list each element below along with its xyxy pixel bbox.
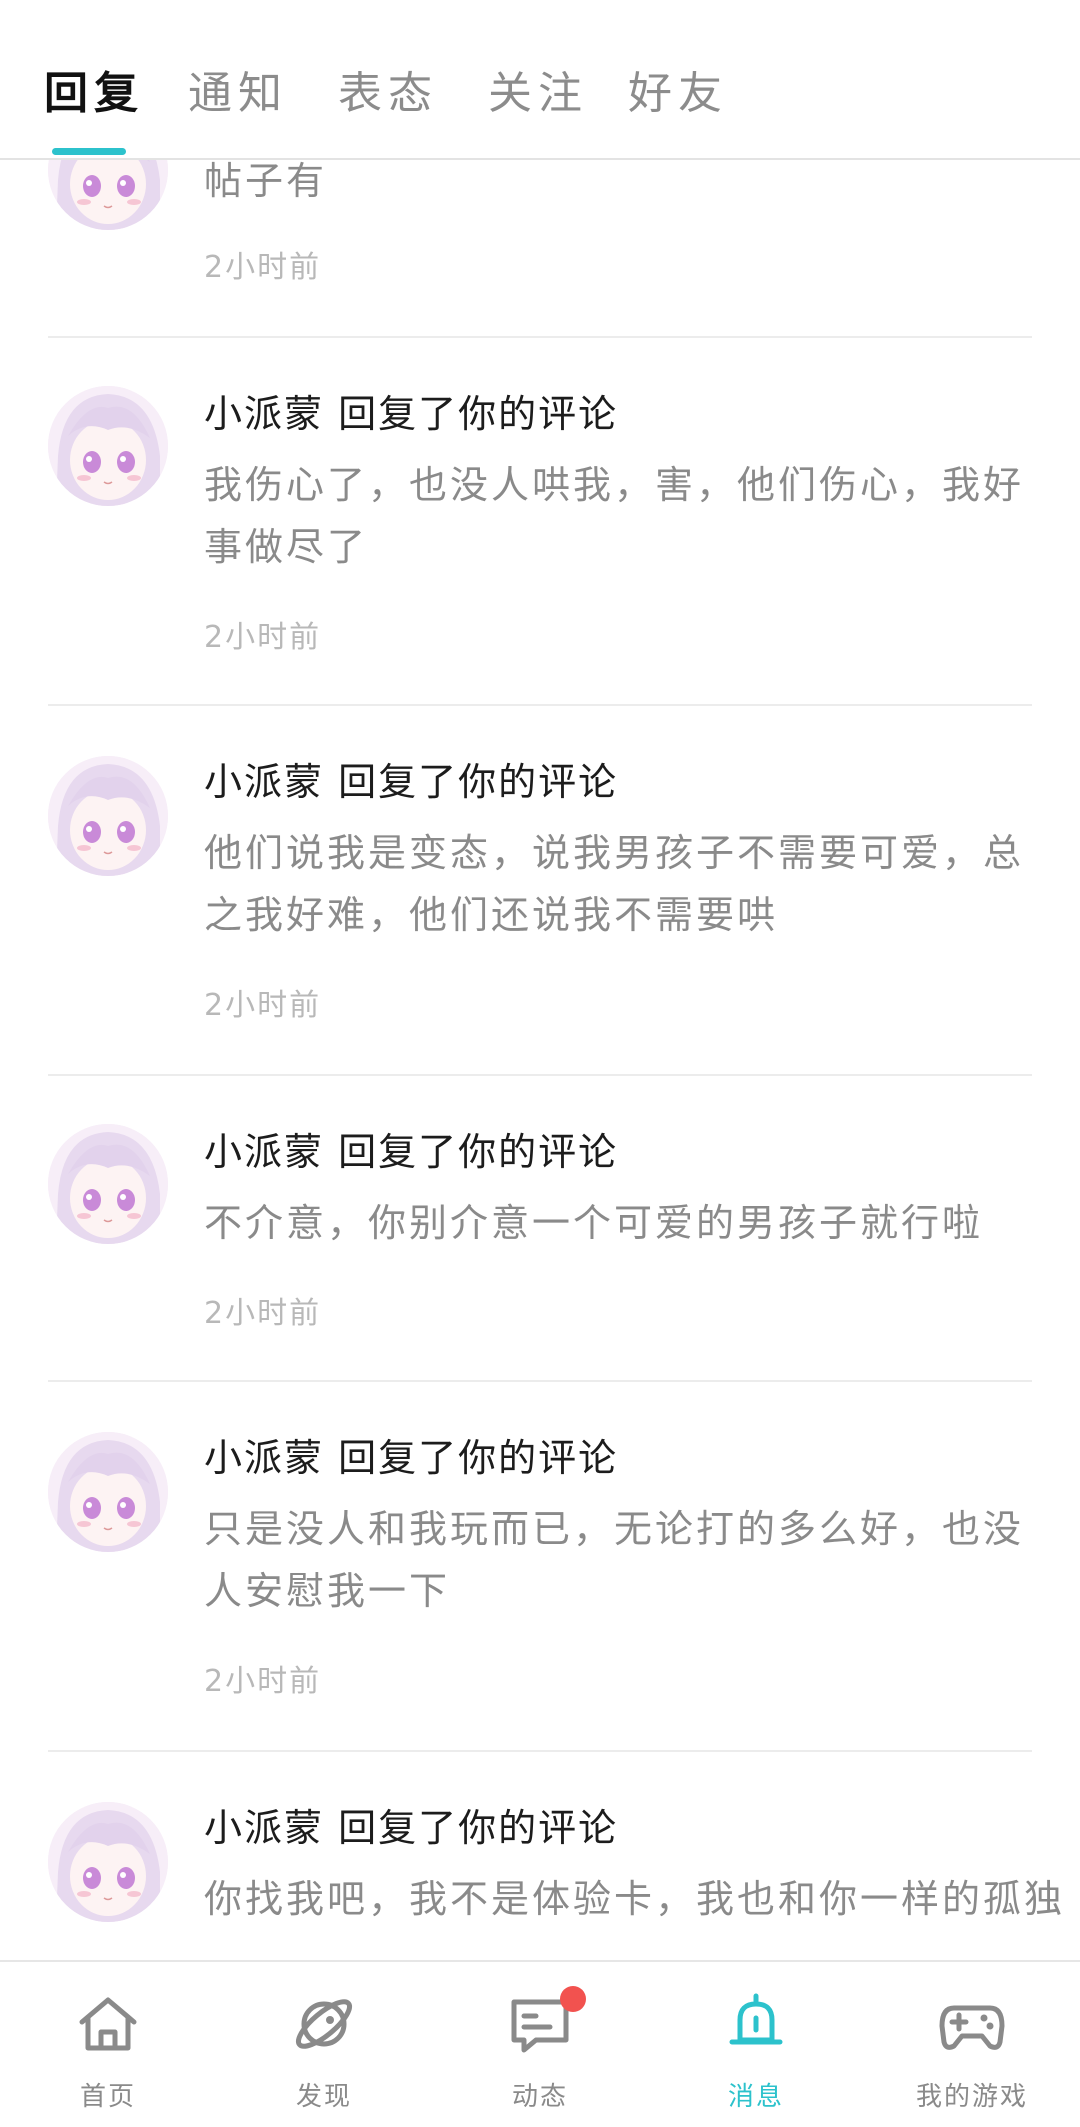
list-item[interactable]: 小派蒙 回复了你的评论 只是没人和我玩而已，无论打的多么好，也没人安慰我一下 2… [48, 1380, 1032, 1752]
avatar[interactable] [48, 756, 168, 876]
tab-reaction[interactable]: 表态 [338, 64, 438, 124]
list-item[interactable]: 小派蒙 回复了你的评论 你找我吧，我不是体验卡，我也和你一样的孤独 [48, 1750, 1066, 1960]
bottom-nav: 首页 发现 动态 消息 我的游戏 [0, 1960, 1080, 2127]
message-title[interactable]: 小派蒙 回复了你的评论 [204, 1802, 618, 1854]
message-title[interactable]: 小派蒙 回复了你的评论 [204, 1432, 618, 1484]
nav-my-games[interactable]: 我的游戏 [864, 1962, 1080, 2127]
list-item[interactable]: 小派蒙 回复了你的评论 他们说我是变态，说我男孩子不需要可爱，总之我好难，他们还… [48, 704, 1032, 1076]
top-tab-bar: 回复 通知 表态 关注 好友 [0, 0, 1080, 160]
bell-icon [729, 1993, 783, 2045]
message-body: 不介意，你别介意一个可爱的男孩子就行啦 [204, 1201, 984, 1245]
nav-label: 动态 [511, 2082, 568, 2112]
notification-badge [560, 1986, 586, 2012]
list-item[interactable]: 小派蒙 回复了你的评论 我伤心了，也没人哄我，害，他们伤心，我好事做尽了 2小时… [48, 336, 1032, 706]
nav-messages[interactable]: 消息 [648, 1962, 864, 2127]
reply-list: 帖子有 2小时前 小派蒙 回复了你的评论 我伤心了，也没人哄我，害，他们伤心，我… [0, 0, 1080, 1960]
tab-follow[interactable]: 关注 [488, 64, 588, 124]
message-body: 只是没人和我玩而已，无论打的多么好，也没人安慰我一下 [204, 1507, 1025, 1613]
anime-girl-avatar-icon [48, 1432, 168, 1552]
nav-discover[interactable]: 发现 [216, 1962, 432, 2127]
home-icon [79, 1997, 137, 2051]
nav-feed[interactable]: 动态 [432, 1962, 648, 2127]
list-item[interactable]: 小派蒙 回复了你的评论 不介意，你别介意一个可爱的男孩子就行啦 2小时前 [48, 1074, 1032, 1382]
anime-girl-avatar-icon [48, 386, 168, 506]
message-body: 我伤心了，也没人哄我，害，他们伤心，我好事做尽了 [204, 463, 1025, 569]
message-time: 2小时前 [204, 1664, 322, 1699]
message-time: 2小时前 [204, 620, 322, 655]
nav-label: 消息 [727, 2082, 784, 2112]
tab-friends[interactable]: 好友 [628, 64, 728, 124]
message-title[interactable]: 小派蒙 回复了你的评论 [204, 756, 618, 808]
tab-notification[interactable]: 通知 [188, 64, 288, 124]
nav-label: 发现 [295, 2082, 352, 2112]
message-body: 你找我吧，我不是体验卡，我也和你一样的孤独 [204, 1877, 1066, 1921]
message-title[interactable]: 小派蒙 回复了你的评论 [204, 388, 618, 440]
message-title[interactable]: 小派蒙 回复了你的评论 [204, 1126, 618, 1178]
nav-label: 首页 [79, 2082, 136, 2112]
anime-girl-avatar-icon [48, 756, 168, 876]
anime-girl-avatar-icon [48, 1802, 168, 1922]
message-time: 2小时前 [204, 1296, 322, 1331]
tab-reply[interactable]: 回复 [44, 64, 144, 124]
avatar[interactable] [48, 1124, 168, 1244]
avatar[interactable] [48, 386, 168, 506]
active-tab-indicator [52, 148, 126, 155]
avatar[interactable] [48, 1802, 168, 1922]
message-time: 2小时前 [204, 250, 322, 285]
anime-girl-avatar-icon [48, 1124, 168, 1244]
planet-icon [295, 1999, 353, 2049]
avatar[interactable] [48, 1432, 168, 1552]
message-body: 他们说我是变态，说我男孩子不需要可爱，总之我好难，他们还说我不需要哄 [204, 831, 1025, 937]
gamepad-icon [939, 2005, 1005, 2050]
nav-label: 我的游戏 [915, 2082, 1028, 2112]
message-time: 2小时前 [204, 988, 322, 1023]
nav-home[interactable]: 首页 [0, 1962, 216, 2127]
